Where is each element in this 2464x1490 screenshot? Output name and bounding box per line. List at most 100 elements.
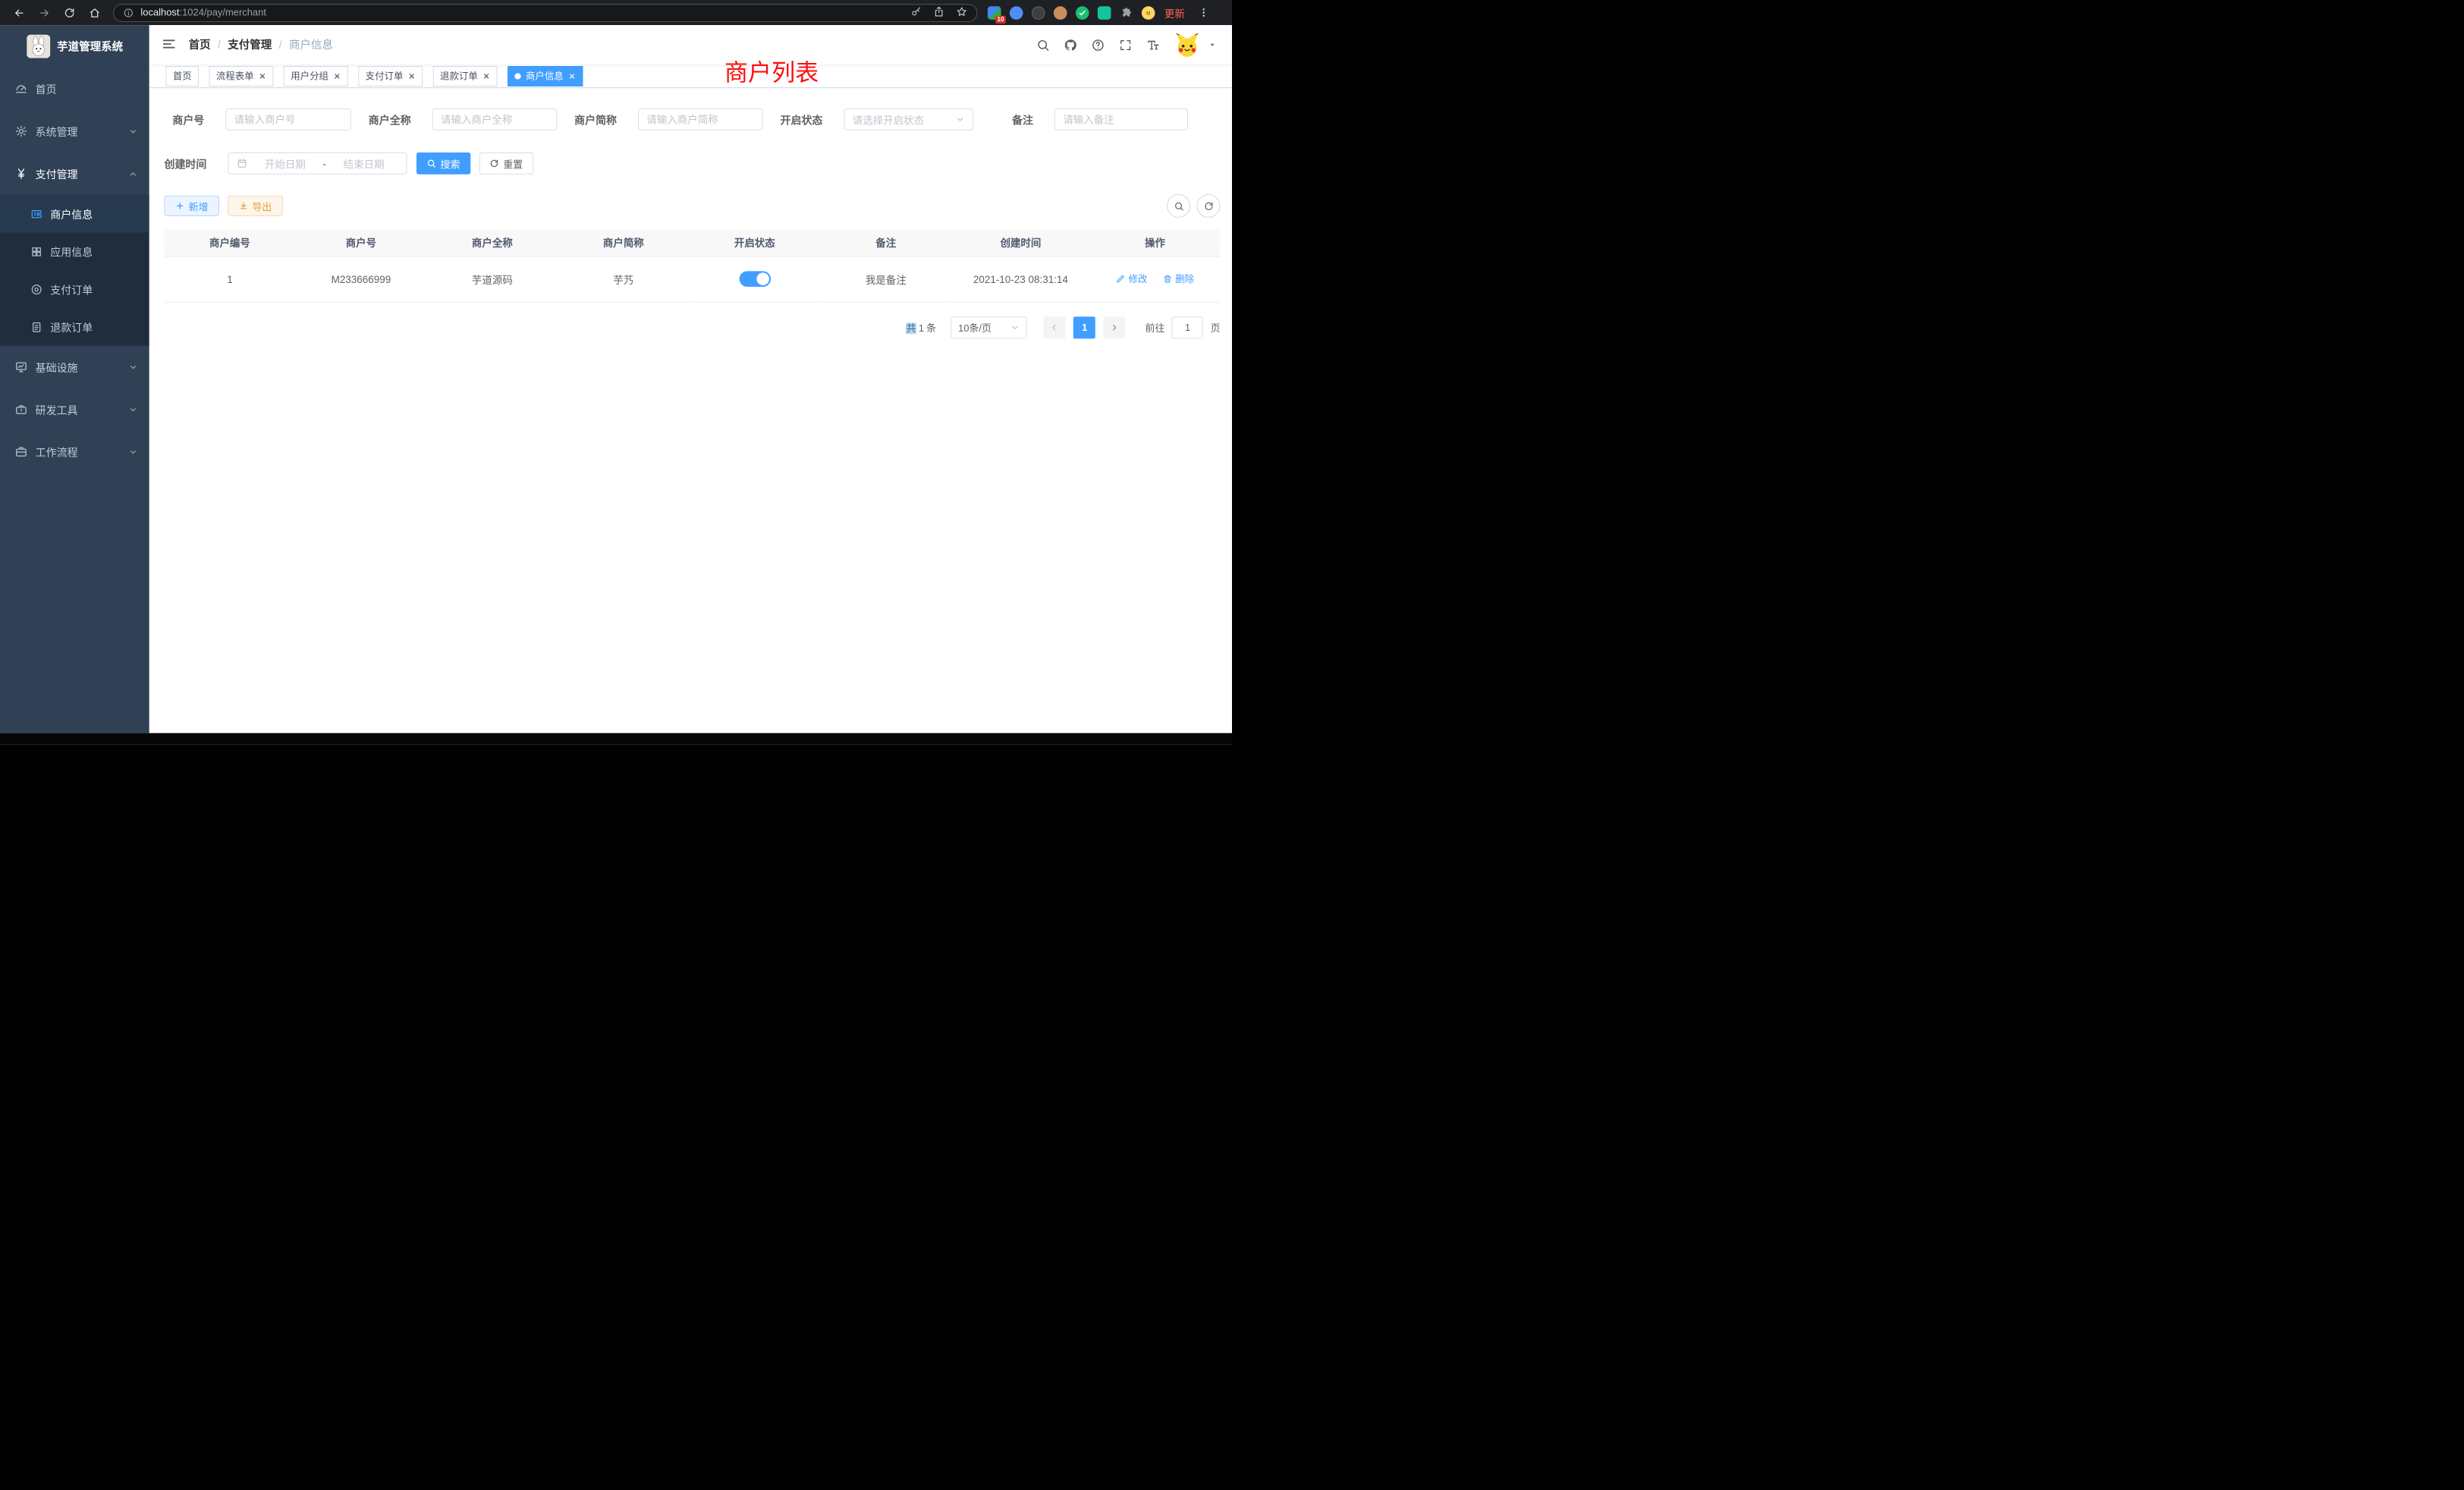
refresh-table-icon-button[interactable]: [1196, 194, 1220, 218]
sidebar-item-payment[interactable]: 支付管理: [0, 152, 149, 195]
goto-page-input[interactable]: [1172, 316, 1203, 338]
site-info-icon[interactable]: [124, 8, 134, 17]
password-key-icon[interactable]: [910, 6, 922, 20]
extension-icon-4[interactable]: [1054, 6, 1067, 20]
avatar-caret-icon[interactable]: [1208, 41, 1216, 49]
sidebar-item-infra[interactable]: 基础设施: [0, 346, 149, 388]
search-button[interactable]: 搜索: [416, 152, 470, 174]
breadcrumb-section[interactable]: 支付管理: [228, 37, 272, 53]
search-button-label: 搜索: [440, 156, 460, 171]
export-button-label: 导出: [252, 199, 272, 214]
chevron-up-icon: [129, 169, 137, 178]
page-size-value: 10条/页: [958, 320, 992, 335]
extension-icon-smiley[interactable]: [1142, 6, 1155, 20]
hamburger-icon[interactable]: [162, 37, 178, 53]
tab-process-form[interactable]: 流程表单: [209, 65, 274, 86]
fullscreen-icon[interactable]: [1119, 38, 1133, 52]
sidebar-item-merchant-info[interactable]: 商户信息: [0, 195, 149, 233]
url-path: :1024/pay/merchant: [179, 7, 266, 17]
app-logo[interactable]: 芋道管理系统: [0, 25, 149, 68]
tab-home[interactable]: 首页: [166, 65, 200, 86]
sidebar-label: 工作流程: [36, 444, 121, 460]
extension-icon-3[interactable]: [1032, 6, 1045, 20]
sidebar-item-app-info[interactable]: 应用信息: [0, 233, 149, 271]
sidebar-item-system[interactable]: 系统管理: [0, 110, 149, 152]
reset-button[interactable]: 重置: [479, 152, 533, 174]
sidebar: 芋道管理系统 首页 系统管理 支付管理: [0, 25, 149, 733]
bookmark-star-icon[interactable]: [956, 6, 967, 20]
extension-icon-2[interactable]: [1010, 6, 1023, 20]
tab-merchant-info[interactable]: 商户信息: [508, 65, 583, 86]
extension-icon-check[interactable]: [1076, 6, 1089, 20]
create-time-range-picker[interactable]: 开始日期 - 结束日期: [228, 152, 407, 174]
col-merchant-no: 商户号: [295, 229, 426, 256]
grid-icon: [30, 246, 42, 258]
cell-remark: 我是备注: [820, 256, 951, 302]
status-select[interactable]: 请选择开启状态: [844, 108, 973, 130]
navbar-actions: [1036, 31, 1232, 58]
status-toggle[interactable]: [739, 271, 770, 287]
tab-close-icon[interactable]: [408, 72, 416, 80]
browser-update-button[interactable]: 更新: [1164, 5, 1185, 20]
browser-back-icon[interactable]: [8, 2, 29, 23]
tab-label: 首页: [173, 69, 192, 83]
create-time-label: 创建时间: [164, 156, 206, 171]
table-mini-tools: [1167, 194, 1220, 218]
sidebar-item-workflow[interactable]: 工作流程: [0, 431, 149, 473]
tab-user-group[interactable]: 用户分组: [284, 65, 348, 86]
tab-pay-order[interactable]: 支付订单: [358, 65, 423, 86]
sidebar-item-pay-order[interactable]: 支付订单: [0, 270, 149, 308]
header-search-icon[interactable]: [1036, 38, 1050, 52]
sidebar-item-home[interactable]: 首页: [0, 68, 149, 110]
sidebar-item-devtools[interactable]: 研发工具: [0, 388, 149, 431]
breadcrumb-current: 商户信息: [289, 37, 333, 53]
full-name-input[interactable]: [432, 108, 558, 130]
yen-icon: [15, 168, 28, 181]
col-create-time: 创建时间: [951, 229, 1089, 256]
remark-input[interactable]: [1054, 108, 1188, 130]
browser-forward-icon[interactable]: [34, 2, 55, 23]
export-button[interactable]: 导出: [228, 196, 283, 216]
next-page-button[interactable]: [1104, 316, 1126, 338]
tab-close-icon[interactable]: [568, 72, 576, 80]
github-icon[interactable]: [1064, 38, 1077, 52]
browser-menu-icon[interactable]: [1193, 2, 1214, 23]
tab-refund-order[interactable]: 退款订单: [433, 65, 498, 86]
browser-home-icon[interactable]: [84, 2, 105, 23]
tab-close-icon[interactable]: [482, 72, 490, 80]
cell-status: [689, 256, 820, 302]
page-size-select[interactable]: 10条/页: [951, 316, 1027, 338]
edit-link[interactable]: 修改: [1116, 272, 1147, 286]
add-button[interactable]: 新增: [164, 196, 219, 216]
extension-icon-5[interactable]: [1098, 6, 1111, 20]
tab-close-icon[interactable]: [259, 72, 266, 80]
address-bar[interactable]: localhost:1024/pay/merchant: [113, 4, 977, 22]
filter-row-1: 商户号 商户全称 商户简称 开启状态 请选择开启状态: [164, 108, 1220, 130]
prev-page-button[interactable]: [1044, 316, 1066, 338]
sidebar-label: 退款订单: [50, 319, 93, 335]
tab-close-icon[interactable]: [333, 72, 341, 80]
sidebar-label: 应用信息: [50, 244, 93, 259]
sidebar-label: 系统管理: [36, 124, 121, 140]
share-icon[interactable]: [933, 6, 944, 20]
sidebar-item-refund-order[interactable]: 退款订单: [0, 308, 149, 346]
status-select-placeholder: 请选择开启状态: [853, 112, 924, 127]
app-navbar: 首页 / 支付管理 / 商户信息: [149, 25, 1232, 64]
help-icon[interactable]: [1092, 38, 1105, 52]
remark-label: 备注: [991, 112, 1033, 127]
page-number-button[interactable]: 1: [1073, 316, 1095, 338]
extensions-puzzle-icon[interactable]: [1120, 6, 1133, 20]
extension-icon-1[interactable]: 10: [988, 6, 1001, 20]
full-name-label: 商户全称: [369, 112, 411, 127]
breadcrumb-home[interactable]: 首页: [189, 37, 211, 53]
browser-reload-icon[interactable]: [59, 2, 80, 23]
filter-status: 开启状态 请选择开启状态: [780, 108, 973, 130]
font-size-icon[interactable]: [1146, 38, 1160, 52]
delete-link[interactable]: 删除: [1163, 272, 1194, 286]
toggle-search-icon-button[interactable]: [1167, 194, 1190, 218]
merchant-no-input[interactable]: [225, 108, 351, 130]
short-name-input[interactable]: [638, 108, 763, 130]
merchant-no-label: 商户号: [164, 112, 204, 127]
user-avatar[interactable]: [1174, 31, 1200, 58]
table-row: 1 M233666999 芋道源码 芋艿 我是备注 2021-10-23 08:…: [164, 256, 1220, 302]
